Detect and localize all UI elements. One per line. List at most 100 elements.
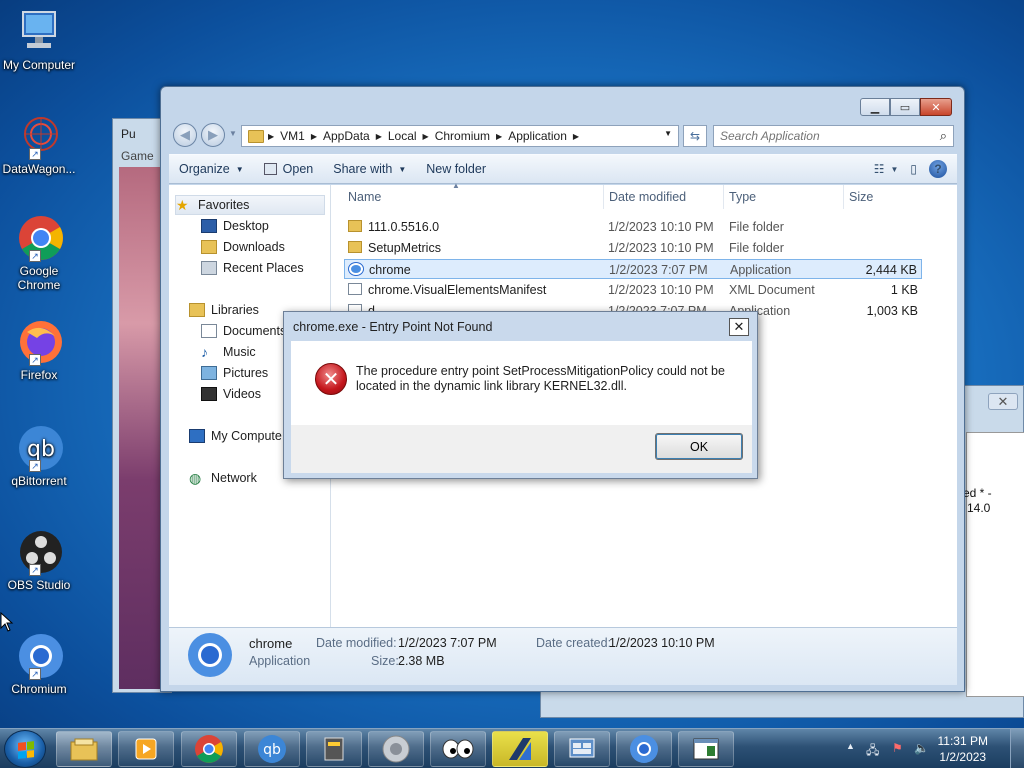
breadcrumb-chromium[interactable]: Chromium bbox=[435, 129, 490, 143]
column-name[interactable]: Name bbox=[348, 190, 381, 204]
nav-downloads[interactable]: Downloads bbox=[201, 237, 285, 257]
minimize-button[interactable]: ▁ bbox=[860, 98, 890, 116]
chevron-down-icon[interactable]: ▼ bbox=[890, 165, 898, 174]
dialog-close-button[interactable]: ✕ bbox=[729, 318, 749, 336]
nav-label: Downloads bbox=[223, 240, 285, 254]
help-icon[interactable]: ? bbox=[929, 160, 947, 178]
column-date-modified[interactable]: Date modified bbox=[609, 190, 686, 204]
clock[interactable]: 11:31 PM 1/2/2023 bbox=[938, 733, 988, 765]
desktop-icon-firefox[interactable]: ↗ Firefox bbox=[0, 318, 78, 382]
nav-libraries[interactable]: Libraries bbox=[189, 300, 259, 320]
close-button[interactable]: ✕ bbox=[988, 393, 1018, 410]
desktop-icon-chromium[interactable]: ↗ Chromium bbox=[0, 632, 78, 696]
preview-pane-icon[interactable]: ▯ bbox=[910, 162, 917, 176]
volume-icon[interactable]: 🔈 bbox=[914, 741, 929, 755]
network-status-icon[interactable]: 🖧 bbox=[866, 741, 879, 762]
breadcrumb-local[interactable]: Local bbox=[388, 129, 417, 143]
file-row-selected[interactable]: chrome 1/2/2023 7:07 PM Application 2,44… bbox=[344, 259, 922, 279]
taskbar-chromium[interactable] bbox=[616, 731, 672, 767]
window-title: Pu bbox=[121, 127, 136, 141]
back-button[interactable]: ◀ bbox=[173, 123, 197, 147]
breadcrumb-vm1[interactable]: VM1 bbox=[280, 129, 305, 143]
desktop-icon-qbittorrent[interactable]: qb ↗ qBittorrent bbox=[0, 424, 78, 488]
open-label: Open bbox=[282, 162, 314, 176]
address-dropdown-icon[interactable]: ▼ bbox=[664, 129, 672, 138]
breadcrumb-arrow-icon[interactable]: ▶ bbox=[268, 132, 274, 141]
start-button[interactable] bbox=[4, 730, 46, 768]
window-tab[interactable]: Game bbox=[121, 149, 154, 163]
share-with-button[interactable]: Share with ▼ bbox=[323, 162, 416, 176]
new-folder-button[interactable]: New folder bbox=[416, 162, 496, 176]
file-name: chrome.VisualElementsManifest bbox=[368, 283, 547, 297]
computer-icon bbox=[15, 8, 63, 56]
file-row[interactable]: 111.0.5516.0 1/2/2023 10:10 PM File fold… bbox=[344, 217, 922, 237]
taskbar-media-player[interactable] bbox=[118, 731, 174, 767]
refresh-button[interactable]: ⇆ bbox=[683, 125, 707, 147]
desktop-icon-my-computer[interactable]: My Computer bbox=[0, 8, 78, 72]
taskbar-app[interactable] bbox=[306, 731, 362, 767]
forward-button[interactable]: ▶ bbox=[201, 123, 225, 147]
breadcrumb-arrow-icon[interactable]: ▶ bbox=[496, 132, 502, 141]
address-bar[interactable]: ▶ VM1 ▶ AppData ▶ Local ▶ Chromium ▶ App… bbox=[241, 125, 679, 147]
speaker-icon bbox=[382, 735, 410, 763]
desktop-icon-label: qBittorrent bbox=[11, 474, 67, 488]
breadcrumb-arrow-icon[interactable]: ▶ bbox=[573, 132, 579, 141]
breadcrumb-arrow-icon[interactable]: ▶ bbox=[311, 132, 317, 141]
file-row[interactable]: SetupMetrics 1/2/2023 10:10 PM File fold… bbox=[344, 238, 922, 258]
details-pane: chrome Application Date modified: 1/2/20… bbox=[169, 627, 957, 685]
ok-button[interactable]: OK bbox=[655, 433, 743, 460]
breadcrumb-appdata[interactable]: AppData bbox=[323, 129, 370, 143]
maximize-button[interactable]: ▭ bbox=[890, 98, 920, 116]
recent-places-icon bbox=[201, 261, 217, 275]
taskbar-window[interactable] bbox=[678, 731, 734, 767]
file-row[interactable]: chrome.VisualElementsManifest 1/2/2023 1… bbox=[344, 280, 922, 300]
taskbar-active-app[interactable] bbox=[492, 731, 548, 767]
open-button[interactable]: Open bbox=[254, 162, 324, 176]
column-size[interactable]: Size bbox=[849, 190, 873, 204]
nav-desktop[interactable]: Desktop bbox=[201, 216, 269, 236]
nav-music[interactable]: ♪ Music bbox=[201, 342, 256, 362]
music-icon: ♪ bbox=[201, 344, 208, 360]
taskbar-chrome[interactable] bbox=[181, 731, 237, 767]
window-icon bbox=[693, 738, 719, 760]
folder-icon bbox=[248, 129, 264, 143]
error-dialog[interactable]: chrome.exe - Entry Point Not Found ✕ ✕ T… bbox=[283, 311, 758, 479]
taskbar-eyes[interactable] bbox=[430, 731, 486, 767]
nav-pictures[interactable]: Pictures bbox=[201, 363, 268, 383]
taskbar-speaker[interactable] bbox=[368, 731, 424, 767]
nav-videos[interactable]: Videos bbox=[201, 384, 261, 404]
desktop-icon-obs-studio[interactable]: ↗ OBS Studio bbox=[0, 528, 78, 592]
action-center-icon[interactable]: ⚑ bbox=[892, 741, 903, 755]
shortcut-arrow-icon: ↗ bbox=[29, 668, 41, 680]
column-type[interactable]: Type bbox=[729, 190, 756, 204]
breadcrumb-application[interactable]: Application bbox=[508, 129, 567, 143]
recent-pages-chevron-icon[interactable]: ▼ bbox=[229, 129, 237, 138]
search-input[interactable] bbox=[714, 126, 924, 146]
show-desktop-button[interactable] bbox=[1010, 729, 1024, 768]
nav-favorites[interactable]: ★ Favorites bbox=[175, 195, 325, 215]
videos-icon bbox=[201, 387, 217, 401]
file-type: File folder bbox=[729, 241, 784, 255]
desktop-icon-google-chrome[interactable]: ↗ Google Chrome bbox=[0, 214, 78, 292]
organize-button[interactable]: Organize ▼ bbox=[169, 162, 254, 176]
nav-my-computer[interactable]: My Compute bbox=[189, 426, 282, 446]
chromium-icon bbox=[630, 735, 658, 763]
taskbar-qbittorrent[interactable]: qb bbox=[244, 731, 300, 767]
nav-recent-places[interactable]: Recent Places bbox=[201, 258, 304, 278]
datawagon-icon: ↗ bbox=[15, 112, 63, 160]
taskbar-control-panel[interactable] bbox=[554, 731, 610, 767]
documents-icon bbox=[201, 324, 217, 338]
nav-documents[interactable]: Documents bbox=[201, 321, 286, 341]
windows-logo-icon bbox=[18, 741, 34, 759]
chevron-down-icon: ▼ bbox=[235, 164, 244, 174]
close-button[interactable]: ✕ bbox=[920, 98, 952, 116]
taskbar-explorer[interactable] bbox=[56, 731, 112, 767]
search-icon[interactable]: ⌕ bbox=[940, 128, 947, 144]
breadcrumb-arrow-icon[interactable]: ▶ bbox=[423, 132, 429, 141]
breadcrumb-arrow-icon[interactable]: ▶ bbox=[376, 132, 382, 141]
change-view-icon[interactable]: ☷ bbox=[874, 162, 885, 176]
show-hidden-icons-chevron-icon[interactable]: ▲ bbox=[846, 741, 855, 751]
nav-network[interactable]: ◍ Network bbox=[189, 468, 257, 488]
search-box[interactable]: ⌕ bbox=[713, 125, 954, 147]
desktop-icon-datawagon[interactable]: ↗ DataWagon... bbox=[0, 112, 78, 176]
